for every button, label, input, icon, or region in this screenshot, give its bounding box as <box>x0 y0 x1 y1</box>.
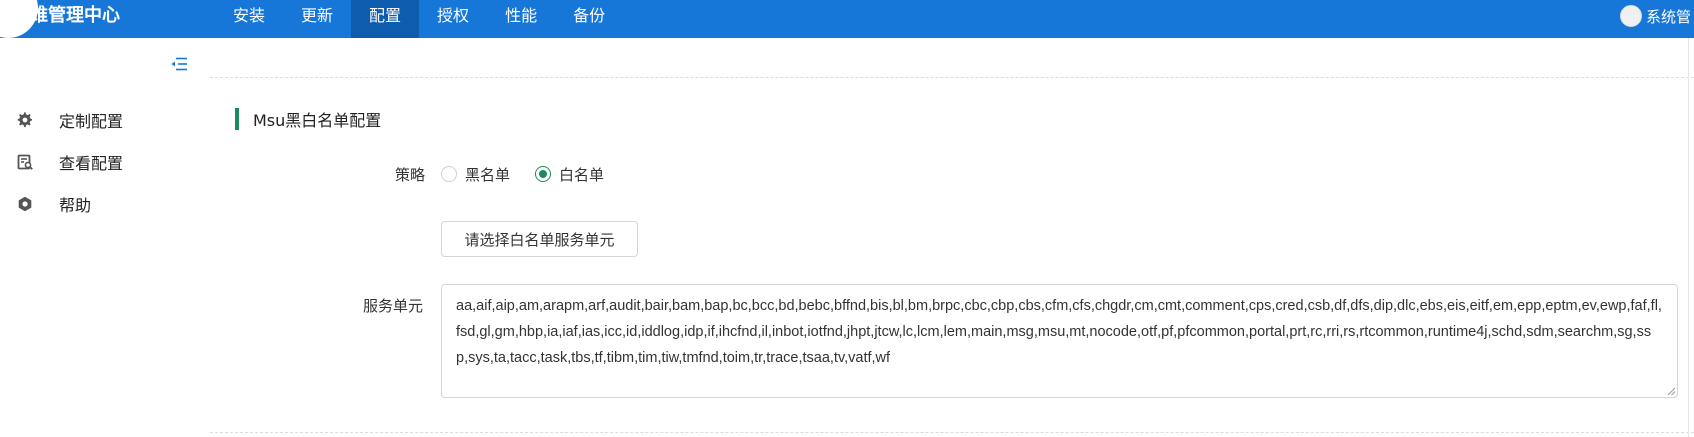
resize-handle-icon[interactable] <box>1666 386 1676 396</box>
divider <box>210 77 1694 78</box>
help-hexagon-icon <box>18 196 32 212</box>
nav-item-license[interactable]: 授权 <box>419 0 487 38</box>
sidebar-item-custom-config[interactable]: 定制配置 <box>0 105 200 135</box>
sidebar-item-label: 定制配置 <box>59 112 124 131</box>
sidebar-item-view-config[interactable]: 查看配置 <box>0 147 200 177</box>
section-title: Msu黑白名单配置 <box>235 108 381 130</box>
sidebar-item-label: 帮助 <box>59 196 92 215</box>
gear-icon <box>17 112 32 128</box>
radio-label: 黑名单 <box>465 165 511 184</box>
main-nav: 安装 更新 配置 授权 性能 备份 <box>215 0 623 38</box>
select-whitelist-units-button[interactable]: 请选择白名单服务单元 <box>441 221 638 257</box>
units-label: 服务单元 <box>363 297 424 315</box>
nav-item-performance[interactable]: 性能 <box>487 0 555 38</box>
user-menu[interactable]: 系统管 <box>1620 5 1694 27</box>
nav-item-update[interactable]: 更新 <box>283 0 351 38</box>
radio-circle-checked <box>535 166 551 182</box>
scrollbar-track[interactable] <box>1688 38 1689 437</box>
title-accent-bar <box>235 108 239 130</box>
app-title: 维管理中心 <box>30 5 120 26</box>
user-name: 系统管 <box>1646 7 1692 26</box>
divider <box>210 432 1694 433</box>
radio-circle <box>441 166 457 182</box>
nav-item-backup[interactable]: 备份 <box>555 0 623 38</box>
sidebar-item-help[interactable]: 帮助 <box>0 189 200 219</box>
sidebar-item-label: 查看配置 <box>59 154 124 173</box>
nav-item-config[interactable]: 配置 <box>351 0 420 38</box>
strategy-label: 策略 <box>395 166 426 184</box>
avatar <box>1620 5 1642 27</box>
radio-whitelist[interactable]: 白名单 <box>535 164 604 184</box>
page-title: Msu黑白名单配置 <box>253 111 382 130</box>
nav-item-install[interactable]: 安装 <box>215 0 283 38</box>
radio-blacklist[interactable]: 黑名单 <box>441 164 510 184</box>
radio-label: 白名单 <box>559 165 605 184</box>
top-navbar: 维管理中心 安装 更新 配置 授权 性能 备份 系统管 <box>0 0 1694 38</box>
menu-fold-icon[interactable] <box>170 57 188 71</box>
service-units-textarea[interactable]: aa,aif,aip,am,arapm,arf,audit,bair,bam,b… <box>441 284 1678 398</box>
document-search-icon <box>17 154 33 170</box>
